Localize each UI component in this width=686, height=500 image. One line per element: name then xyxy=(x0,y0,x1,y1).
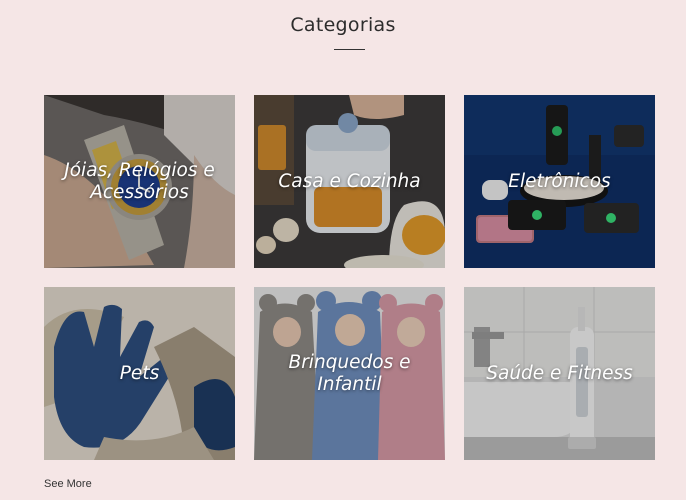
category-card-toys-kids[interactable]: Brinquedos e Infantil xyxy=(254,287,445,460)
category-card-electronics[interactable]: Eletrônicos xyxy=(464,95,655,268)
category-label: Pets xyxy=(119,362,160,384)
category-label: Brinquedos e Infantil xyxy=(288,351,411,395)
see-more-link[interactable]: See More xyxy=(44,478,92,490)
title-divider xyxy=(334,49,365,50)
category-card-pets[interactable]: Pets xyxy=(44,287,235,460)
category-label: Saúde e Fitness xyxy=(486,362,633,384)
category-label: Casa e Cozinha xyxy=(278,170,421,192)
category-card-jewelry-watches[interactable]: Jóias, Relógios e Acessórios xyxy=(44,95,235,268)
category-card-health-fitness[interactable]: Saúde e Fitness xyxy=(464,287,655,460)
categories-section: Categorias Jóias, Relógios e Acessórios xyxy=(0,0,686,500)
category-label: Eletrônicos xyxy=(508,170,611,192)
category-card-home-kitchen[interactable]: Casa e Cozinha xyxy=(254,95,445,268)
section-title: Categorias xyxy=(290,14,396,36)
category-label: Jóias, Relógios e Acessórios xyxy=(64,159,215,203)
